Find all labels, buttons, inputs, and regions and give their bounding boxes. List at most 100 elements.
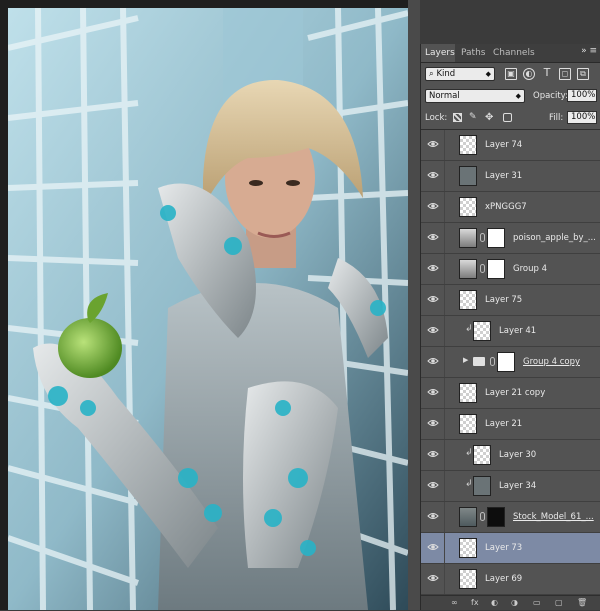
- blend-mode-value: Normal: [429, 91, 460, 101]
- group-disclosure-icon[interactable]: ▶: [463, 356, 468, 364]
- visibility-eye-icon[interactable]: [427, 511, 439, 521]
- fill-label: Fill:: [549, 113, 564, 123]
- type-filter-icon[interactable]: T: [541, 67, 553, 80]
- filter-kind-select[interactable]: ⌕ Kind ◆: [425, 67, 495, 81]
- visibility-eye-icon[interactable]: [427, 356, 439, 366]
- fx-icon[interactable]: fx: [471, 598, 479, 607]
- tab-channels[interactable]: Channels: [489, 44, 535, 62]
- layer-row[interactable]: ▶ Group 4 copy: [421, 347, 600, 378]
- shape-filter-icon[interactable]: ◻: [559, 68, 571, 80]
- visibility-eye-icon[interactable]: [427, 139, 439, 149]
- visibility-eye-icon[interactable]: [427, 325, 439, 335]
- layer-name[interactable]: Layer 21: [485, 409, 522, 439]
- blend-mode-select[interactable]: Normal ◆: [425, 89, 525, 103]
- layer-row[interactable]: ↲ Layer 41: [421, 316, 600, 347]
- layer-row[interactable]: Layer 75: [421, 285, 600, 316]
- visibility-eye-icon[interactable]: [427, 449, 439, 459]
- row-divider: [444, 502, 445, 532]
- visibility-eye-icon[interactable]: [427, 573, 439, 583]
- layer-row[interactable]: Group 4: [421, 254, 600, 285]
- visibility-eye-icon[interactable]: [427, 170, 439, 180]
- row-divider: [444, 378, 445, 408]
- layer-name[interactable]: Layer 31: [485, 161, 522, 191]
- visibility-eye-icon[interactable]: [427, 542, 439, 552]
- tab-layers[interactable]: Layers: [421, 44, 455, 62]
- clipping-mask-icon: ↲: [465, 448, 473, 458]
- layer-name[interactable]: Layer 74: [485, 130, 522, 160]
- layer-name[interactable]: Layer 30: [499, 440, 536, 470]
- visibility-eye-icon[interactable]: [427, 387, 439, 397]
- visibility-eye-icon[interactable]: [427, 480, 439, 490]
- layer-name[interactable]: Layer 21 copy: [485, 378, 545, 408]
- visibility-eye-icon[interactable]: [427, 201, 439, 211]
- layers-panel: Layers Paths Channels » ≡ ⌕ Kind ◆ ▣ ◐ T…: [420, 44, 600, 610]
- link-layers-icon[interactable]: ∞: [451, 598, 458, 607]
- document-canvas-area[interactable]: [0, 0, 420, 610]
- layer-row[interactable]: ↲ Layer 34: [421, 471, 600, 502]
- layer-name[interactable]: Layer 73: [485, 533, 522, 563]
- panel-menu-icon[interactable]: » ≡: [581, 46, 597, 56]
- adjustment-filter-icon[interactable]: ◐: [523, 68, 535, 80]
- layer-thumbnail: [459, 166, 477, 186]
- layer-row[interactable]: poison_apple_by_...: [421, 223, 600, 254]
- mask-link-icon[interactable]: [490, 357, 495, 366]
- opacity-input[interactable]: 100%: [567, 89, 597, 102]
- layer-name[interactable]: Group 4 copy: [523, 347, 580, 377]
- layer-row[interactable]: ↲ Layer 30: [421, 440, 600, 471]
- adjustment-layer-icon[interactable]: ◑: [511, 598, 518, 607]
- lock-transparent-icon[interactable]: [453, 113, 462, 122]
- lock-position-icon[interactable]: ✥: [485, 113, 494, 123]
- trash-icon[interactable]: 🗑: [577, 598, 587, 607]
- clipping-mask-icon: ↲: [465, 324, 473, 334]
- layer-name[interactable]: Group 4: [513, 254, 547, 284]
- row-divider: [444, 533, 445, 563]
- row-divider: [444, 254, 445, 284]
- mask-link-icon[interactable]: [480, 512, 485, 521]
- new-layer-icon[interactable]: ▢: [555, 598, 563, 607]
- layer-name[interactable]: Layer 75: [485, 285, 522, 315]
- layer-name[interactable]: poison_apple_by_...: [513, 223, 596, 253]
- clipping-mask-icon: ↲: [465, 479, 473, 489]
- smart-object-filter-icon[interactable]: ⧉: [577, 68, 589, 80]
- mask-link-icon[interactable]: [480, 233, 485, 242]
- layer-name[interactable]: xPNGGG7: [485, 192, 527, 222]
- visibility-eye-icon[interactable]: [427, 418, 439, 428]
- lock-image-icon[interactable]: ✎: [469, 113, 478, 122]
- lock-all-icon[interactable]: [503, 113, 512, 122]
- visibility-eye-icon[interactable]: [427, 263, 439, 273]
- folder-icon: [473, 357, 485, 366]
- layer-name[interactable]: Layer 41: [499, 316, 536, 346]
- image-filter-icon[interactable]: ▣: [505, 68, 517, 80]
- layer-thumbnail: [473, 321, 491, 341]
- layer-thumbnail: [459, 507, 477, 527]
- layer-name[interactable]: Stock_Model_61_...: [513, 502, 594, 532]
- mask-link-icon[interactable]: [480, 264, 485, 273]
- layer-row[interactable]: xPNGGG7: [421, 192, 600, 223]
- add-mask-icon[interactable]: ◐: [491, 598, 498, 607]
- row-divider: [444, 161, 445, 191]
- layer-mask-thumbnail[interactable]: [497, 352, 515, 372]
- layer-row[interactable]: Layer 31: [421, 161, 600, 192]
- layer-name[interactable]: Layer 34: [499, 471, 536, 501]
- panel-tabs: Layers Paths Channels » ≡: [421, 44, 600, 63]
- layer-row[interactable]: Layer 21: [421, 409, 600, 440]
- layer-row[interactable]: Layer 74: [421, 130, 600, 161]
- layer-mask-thumbnail[interactable]: [487, 259, 505, 279]
- visibility-eye-icon[interactable]: [427, 294, 439, 304]
- visibility-eye-icon[interactable]: [427, 232, 439, 242]
- fill-input[interactable]: 100%: [567, 111, 597, 124]
- layer-name[interactable]: Layer 69: [485, 564, 522, 594]
- new-group-icon[interactable]: ▭: [533, 598, 541, 607]
- layer-thumbnail: [459, 290, 477, 310]
- layer-row[interactable]: Layer 21 copy: [421, 378, 600, 409]
- document-canvas[interactable]: [8, 8, 408, 610]
- tab-paths[interactable]: Paths: [457, 44, 487, 62]
- layer-row[interactable]: Layer 69: [421, 564, 600, 595]
- layer-row[interactable]: Layer 73: [421, 533, 600, 564]
- layer-row[interactable]: Stock_Model_61_...: [421, 502, 600, 533]
- panel-splitter[interactable]: [408, 0, 420, 610]
- row-divider: [444, 223, 445, 253]
- layer-mask-thumbnail[interactable]: [487, 507, 505, 527]
- layer-mask-thumbnail[interactable]: [487, 228, 505, 248]
- row-divider: [444, 440, 445, 470]
